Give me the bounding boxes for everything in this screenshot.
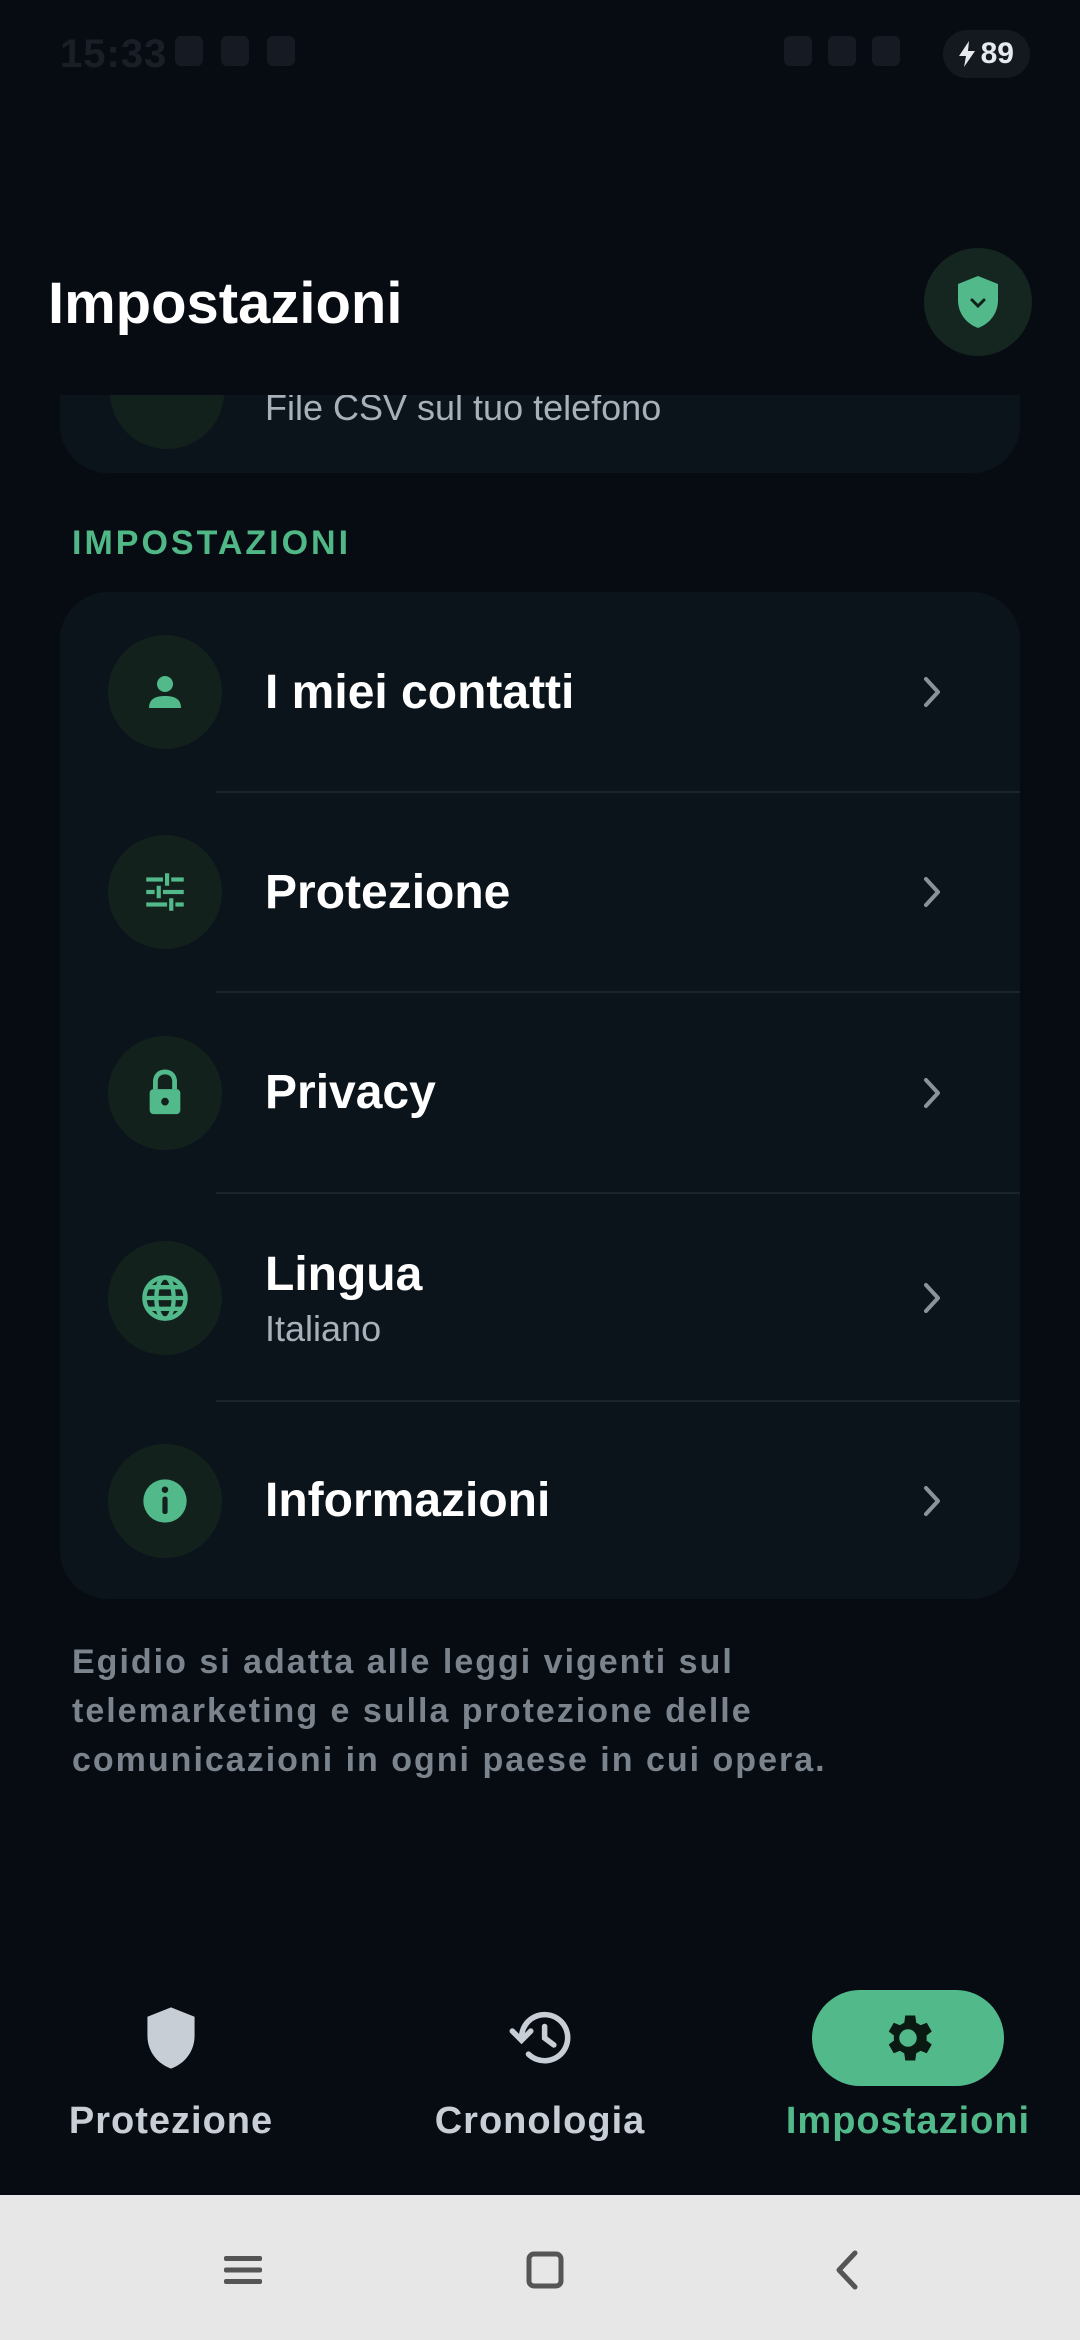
gear-icon <box>812 1990 1004 2086</box>
nav-label: Impostazioni <box>785 2100 1031 2142</box>
notification-icon <box>221 36 249 66</box>
settings-item-protection[interactable]: Protezione <box>60 792 1020 992</box>
home-button[interactable] <box>510 2235 580 2305</box>
settings-item-label: Lingua <box>265 1247 423 1301</box>
chevron-right-icon <box>914 874 950 910</box>
info-icon <box>108 1443 222 1558</box>
network-icon <box>872 36 900 66</box>
lock-icon <box>108 1035 222 1150</box>
settings-item-contacts[interactable]: I miei contatti <box>60 592 1020 792</box>
nav-label: Cronologia <box>434 2100 646 2142</box>
notification-icon <box>267 36 295 66</box>
square-icon <box>526 2251 564 2289</box>
signal-icon <box>784 36 812 66</box>
back-button[interactable] <box>812 2235 882 2305</box>
chevron-right-icon <box>914 1280 950 1316</box>
export-icon <box>110 395 224 449</box>
status-bar: 15:33 89 <box>0 0 1080 110</box>
charging-icon <box>958 41 975 67</box>
chevron-right-icon <box>914 1075 950 1111</box>
menu-icon <box>224 2256 262 2284</box>
settings-item-sublabel: Italiano <box>265 1307 382 1349</box>
nav-tab-protection[interactable]: Protezione <box>21 1990 321 2170</box>
page-title: Impostazioni <box>48 271 403 336</box>
settings-item-label: Informazioni <box>265 1474 551 1527</box>
legal-note: Egidio si adatta alle leggi vigenti sul … <box>72 1643 827 1779</box>
chevron-right-icon <box>914 674 950 710</box>
protection-status-button[interactable] <box>924 248 1032 356</box>
status-icons-right <box>784 36 900 66</box>
system-navigation-bar <box>0 2195 1080 2340</box>
battery-level: 89 <box>980 37 1014 70</box>
settings-item-label: Protezione <box>265 865 511 919</box>
section-title: IMPOSTAZIONI <box>72 524 352 562</box>
status-icons-left <box>175 36 295 66</box>
settings-item-label: Privacy <box>265 1066 436 1119</box>
globe-icon <box>108 1241 222 1355</box>
settings-item-info[interactable]: Informazioni <box>60 1402 1020 1599</box>
nav-tab-history[interactable]: Cronologia <box>390 1990 690 2170</box>
app-header: Impostazioni <box>0 230 1080 380</box>
settings-item-language[interactable]: Lingua Italiano <box>60 1193 1020 1403</box>
shield-icon <box>75 1990 267 2086</box>
export-card[interactable]: File CSV sul tuo telefono <box>60 395 1020 473</box>
shield-check-icon <box>958 276 998 328</box>
nav-label: Protezione <box>68 2100 274 2142</box>
status-time: 15:33 <box>60 32 168 76</box>
tune-icon <box>108 835 222 949</box>
person-icon <box>108 635 222 749</box>
settings-item-label: I miei contatti <box>265 665 575 719</box>
settings-list: I miei contatti Protezione Privacy Lingu… <box>60 592 1020 1599</box>
notification-icon <box>175 36 203 66</box>
history-icon <box>444 1990 636 2086</box>
battery-indicator: 89 <box>942 30 1030 78</box>
bottom-navigation: Protezione Cronologia Impostazioni <box>0 1960 1080 2195</box>
wifi-icon <box>828 36 856 66</box>
export-subtitle: File CSV sul tuo telefono <box>265 395 662 428</box>
chevron-right-icon <box>914 1483 950 1519</box>
recent-apps-button[interactable] <box>208 2235 278 2305</box>
chevron-left-icon <box>836 2250 858 2290</box>
settings-item-privacy[interactable]: Privacy <box>60 992 1020 1193</box>
nav-tab-settings[interactable]: Impostazioni <box>758 1990 1058 2170</box>
